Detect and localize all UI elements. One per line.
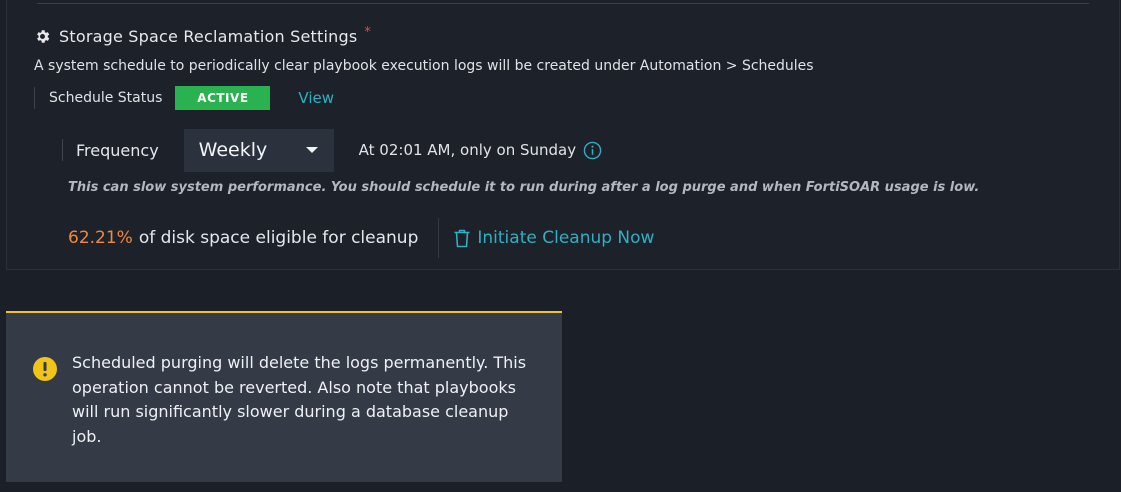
settings-title: Storage Space Reclamation Settings [59,26,358,46]
settings-description: A system schedule to periodically clear … [34,58,814,74]
initiate-cleanup-label: Initiate Cleanup Now [477,228,655,248]
chevron-down-icon [305,147,318,153]
exclamation-icon [33,357,57,381]
eligible-percent: 62.21% [68,228,133,248]
settings-header: Storage Space Reclamation Settings * [34,25,371,47]
required-marker: * [364,24,372,40]
trash-icon [454,229,470,248]
initiate-cleanup-button[interactable]: Initiate Cleanup Now [453,228,654,248]
indent-bar [34,87,35,109]
warning-alert: Scheduled purging will delete the logs p… [6,311,562,482]
cleanup-row: 62.21% of disk space eligible for cleanu… [68,218,654,258]
divider [438,218,440,258]
frequency-label: Frequency [76,140,159,160]
divider [37,3,1089,4]
gear-icon [37,29,50,43]
storage-settings-panel: Storage Space Reclamation Settings * A s… [6,0,1120,270]
frequency-row: Frequency Weekly At 02:01 AM, only on Su… [62,128,602,172]
performance-note: This can slow system performance. You sh… [68,180,980,195]
status-badge: ACTIVE [175,86,271,110]
indent-bar [62,139,63,161]
frequency-select-value: Weekly [198,139,268,161]
eligible-text: of disk space eligible for cleanup [138,228,419,248]
schedule-status-row: Schedule Status ACTIVE View [34,86,334,110]
view-link[interactable]: View [298,89,334,107]
info-icon[interactable] [583,141,602,160]
alert-message: Scheduled purging will delete the logs p… [72,353,527,446]
schedule-summary: At 02:01 AM, only on Sunday [358,141,577,159]
frequency-select[interactable]: Weekly [183,128,334,172]
schedule-status-label: Schedule Status [49,90,163,106]
